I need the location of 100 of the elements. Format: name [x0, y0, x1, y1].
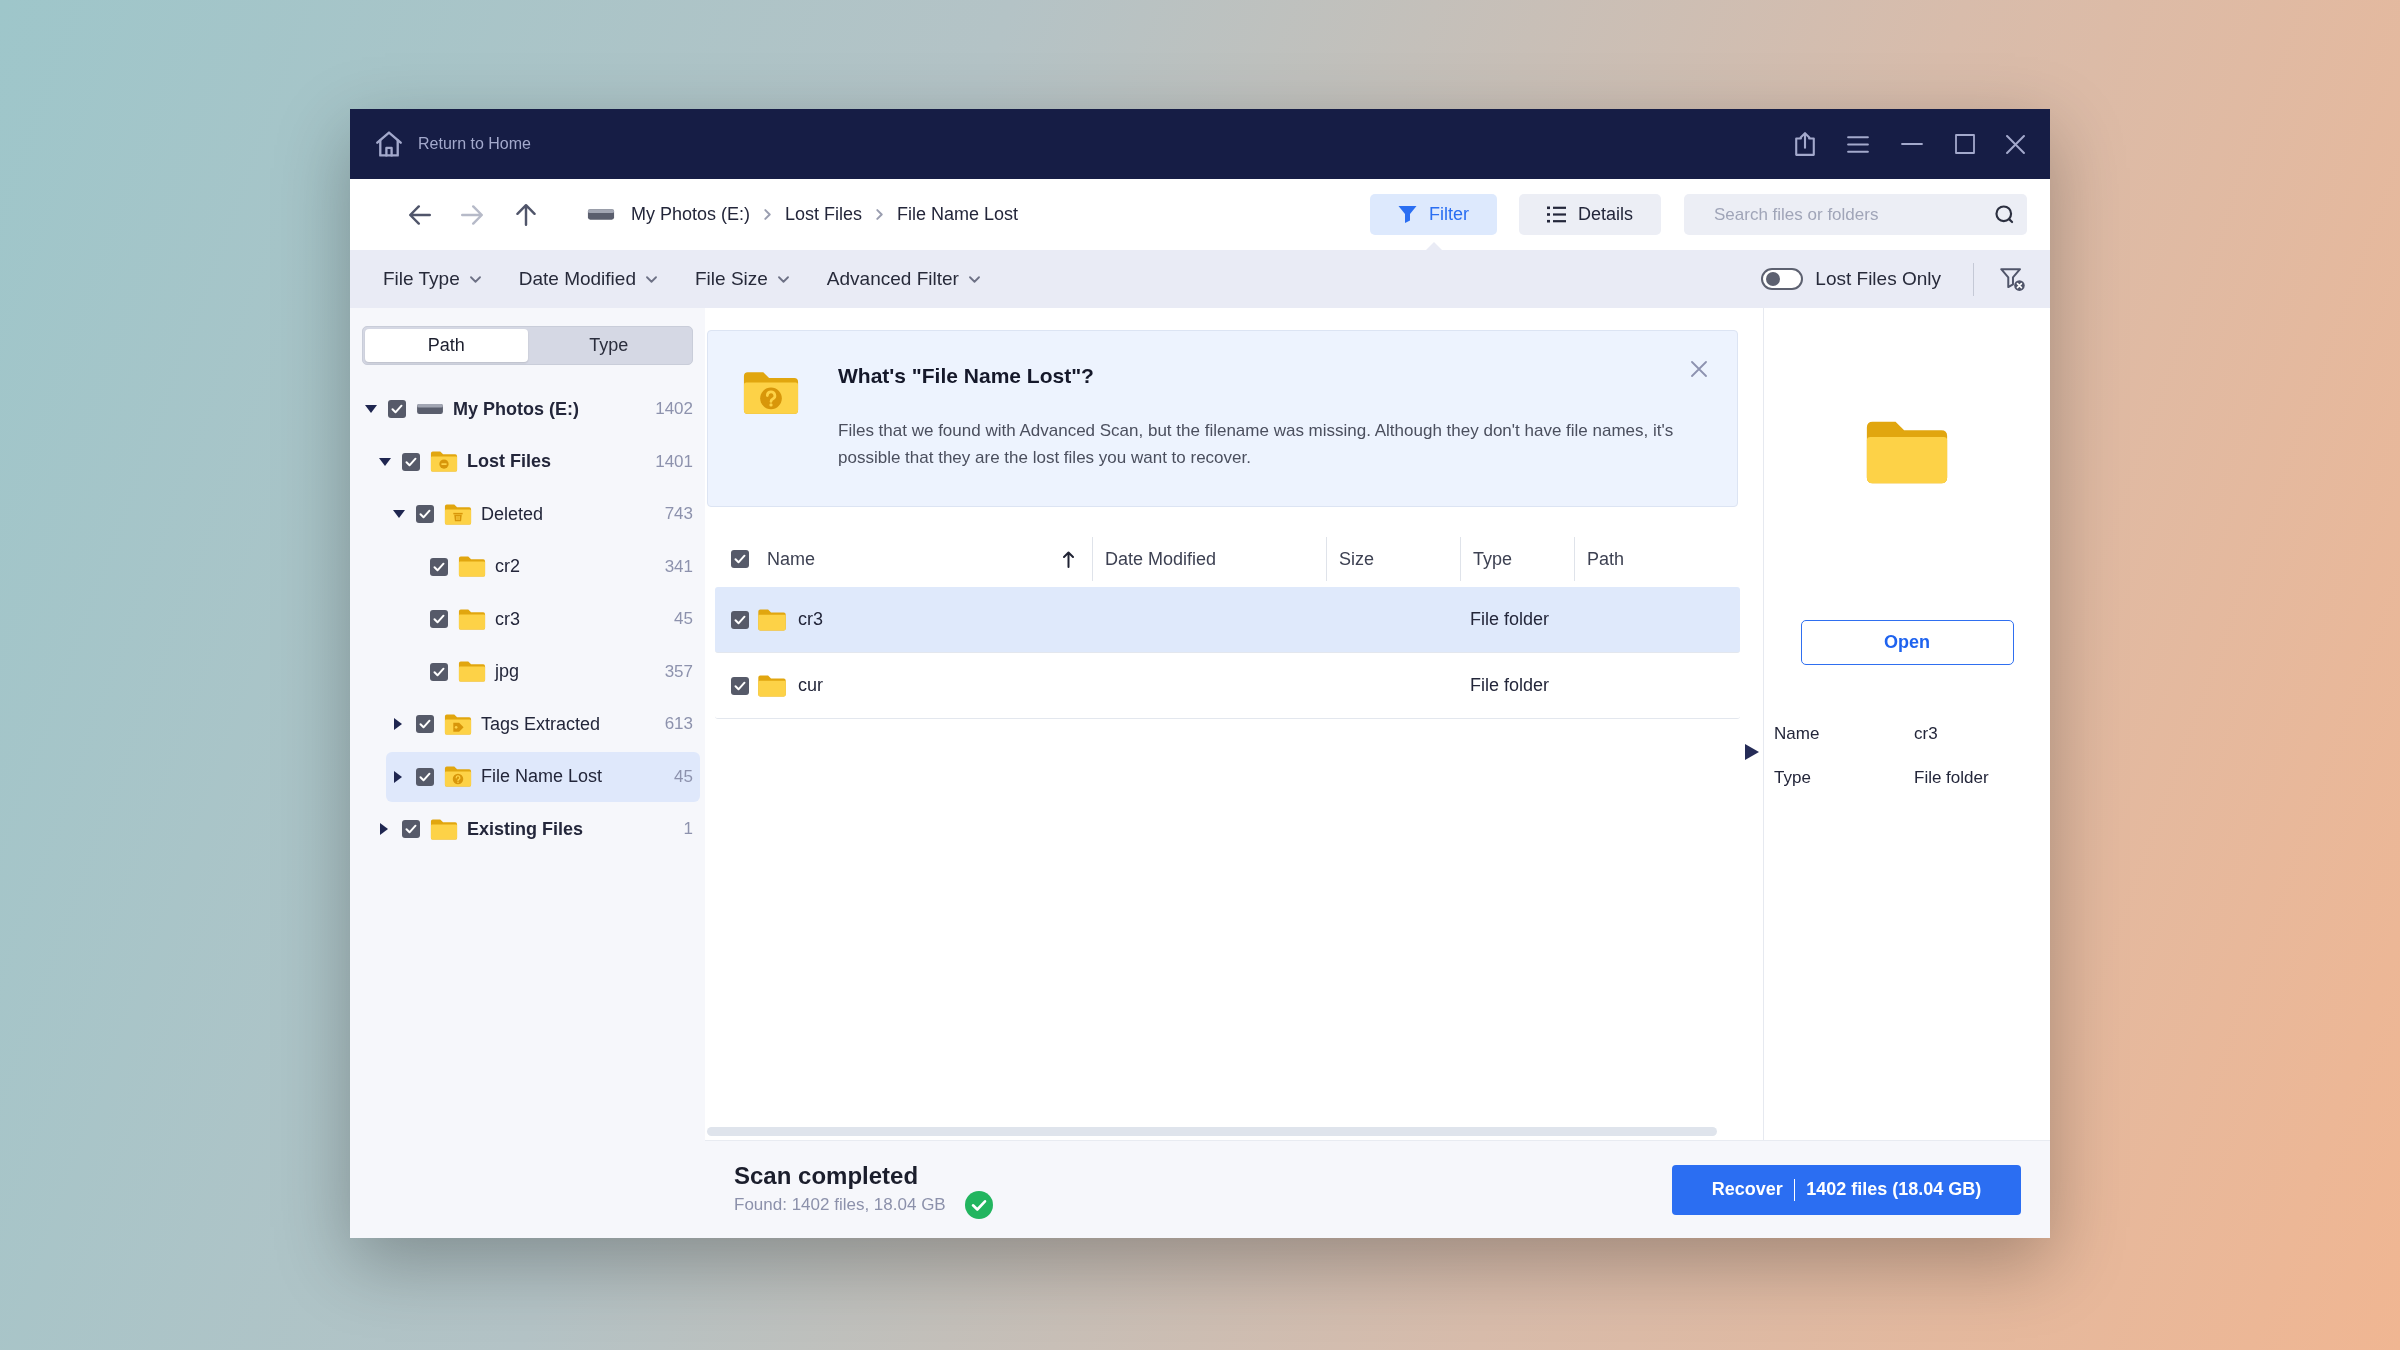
folder-icon: [430, 818, 458, 840]
column-header[interactable]: Size: [1339, 545, 1374, 573]
tree-label: File Name Lost: [481, 765, 603, 788]
tree-label: Lost Files: [467, 450, 551, 473]
caret-down-icon[interactable]: [393, 509, 405, 519]
caret-down-icon[interactable]: [365, 404, 377, 414]
breadcrumb-link[interactable]: File Name Lost: [897, 201, 1019, 228]
filter-dropdown[interactable]: File Type: [383, 264, 481, 294]
sort-up-arrow-icon[interactable]: [1063, 550, 1074, 568]
item-count: 1402: [655, 398, 693, 421]
tree-item[interactable]: cr3 45: [400, 594, 700, 644]
item-count: 743: [664, 503, 693, 526]
folder-icon: [742, 371, 800, 415]
checkbox[interactable]: [731, 676, 749, 695]
tree-item[interactable]: File Name Lost 45: [386, 751, 700, 802]
tree-item[interactable]: cr2 341: [400, 541, 700, 592]
tree-label: cr3: [495, 607, 520, 631]
filter-dropdown[interactable]: Date Modified: [518, 264, 657, 294]
details-button[interactable]: Details: [1519, 194, 1661, 235]
back-arrow-icon[interactable]: [409, 203, 431, 226]
checkbox[interactable]: [430, 557, 448, 576]
tab[interactable]: Path: [365, 329, 528, 362]
table-row[interactable]: cr3 File folder: [715, 587, 1740, 653]
tree-item[interactable]: Lost Files 1401: [372, 436, 700, 487]
tab[interactable]: Type: [527, 329, 690, 362]
folder-icon: [757, 674, 787, 697]
column-header[interactable]: Type: [1473, 545, 1513, 573]
field-label: Type: [1774, 767, 1812, 790]
item-count: 613: [664, 713, 693, 736]
toggle-label: Lost Files Only: [1815, 266, 1941, 291]
caret-down-icon[interactable]: [379, 456, 391, 467]
tree-label: Existing Files: [467, 817, 584, 841]
filter-dropdown[interactable]: Advanced Filter: [826, 264, 980, 294]
filter-dropdown[interactable]: File Size: [695, 264, 789, 294]
checkbox[interactable]: [416, 505, 434, 523]
recover-button[interactable]: Recover 1402 files (18.04 GB): [1672, 1164, 2021, 1215]
tree-item[interactable]: jpg 357: [400, 646, 700, 697]
field-value: cr3: [1914, 723, 1938, 746]
tree-item[interactable]: Tags Extracted 613: [386, 699, 700, 749]
folder-icon: [444, 766, 472, 787]
table-cell-text: cur: [798, 674, 823, 697]
menu-icon[interactable]: [1847, 135, 1869, 153]
caret-right-icon[interactable]: [393, 718, 403, 730]
table-cell-text: cr3: [798, 608, 823, 631]
table-row[interactable]: cur File folder: [715, 653, 1740, 719]
checkbox[interactable]: [402, 820, 420, 838]
checkbox[interactable]: [731, 550, 749, 568]
expand-arrow-icon[interactable]: [1745, 744, 1759, 760]
up-arrow-icon[interactable]: [515, 203, 537, 226]
folder-icon: [458, 556, 486, 577]
column-header[interactable]: Name: [767, 545, 815, 573]
drive-icon: [587, 208, 615, 221]
search-field[interactable]: Search files or folders: [1684, 194, 2027, 235]
close-icon[interactable]: [2006, 134, 2025, 154]
tree-label: Deleted: [481, 502, 544, 526]
chevron-down-icon: [469, 275, 481, 283]
column-header[interactable]: Path: [1587, 545, 1625, 573]
checkbox[interactable]: [402, 452, 420, 471]
item-count: 1: [683, 818, 693, 841]
caret-right-icon[interactable]: [379, 823, 389, 835]
status-summary: Found: 1402 files, 18.04 GB: [734, 1193, 946, 1216]
maximize-icon[interactable]: [1955, 134, 1975, 154]
caret-right-icon[interactable]: [393, 770, 403, 783]
item-count: 341: [664, 555, 693, 578]
chevron-down-icon: [646, 275, 657, 283]
checkbox[interactable]: [416, 767, 434, 786]
folder-icon: [444, 503, 472, 525]
checkbox[interactable]: [430, 662, 448, 681]
breadcrumb-link[interactable]: My Photos (E:): [631, 201, 751, 228]
tree-label: My Photos (E:): [453, 397, 579, 421]
filter-clear-icon[interactable]: [2000, 267, 2025, 291]
tree-label: Tags Extracted: [481, 712, 601, 736]
filter-button[interactable]: Filter: [1370, 194, 1497, 235]
folder-icon: [444, 713, 472, 735]
item-count: 45: [674, 608, 693, 631]
home-icon: [376, 131, 402, 157]
drive-icon: [416, 403, 444, 415]
breadcrumb-link[interactable]: Lost Files: [785, 201, 863, 228]
horizontal-scrollbar[interactable]: [707, 1127, 1717, 1136]
filter-icon: [1398, 206, 1417, 223]
folder-icon: [1864, 420, 1950, 485]
column-header[interactable]: Date Modified: [1105, 545, 1217, 573]
search-icon[interactable]: [1995, 205, 2014, 224]
open-button[interactable]: Open: [1800, 620, 2014, 665]
share-icon[interactable]: [1794, 132, 1816, 156]
folder-icon: [430, 451, 458, 472]
checkbox[interactable]: [731, 610, 749, 629]
checkbox[interactable]: [388, 400, 406, 418]
item-count: 357: [664, 660, 693, 683]
chevron-down-icon: [777, 275, 789, 283]
tree-item[interactable]: Deleted 743: [386, 489, 700, 539]
item-count: 45: [674, 765, 693, 788]
toggle-switch[interactable]: [1761, 268, 1804, 290]
checkbox[interactable]: [416, 715, 434, 733]
tree-item[interactable]: My Photos (E:) 1402: [358, 384, 700, 434]
tree-item[interactable]: Existing Files 1: [372, 804, 700, 854]
home-button[interactable]: Return to Home: [376, 131, 531, 157]
minimize-icon[interactable]: [1900, 143, 1924, 145]
folder-icon: [458, 608, 486, 630]
checkbox[interactable]: [430, 610, 448, 628]
